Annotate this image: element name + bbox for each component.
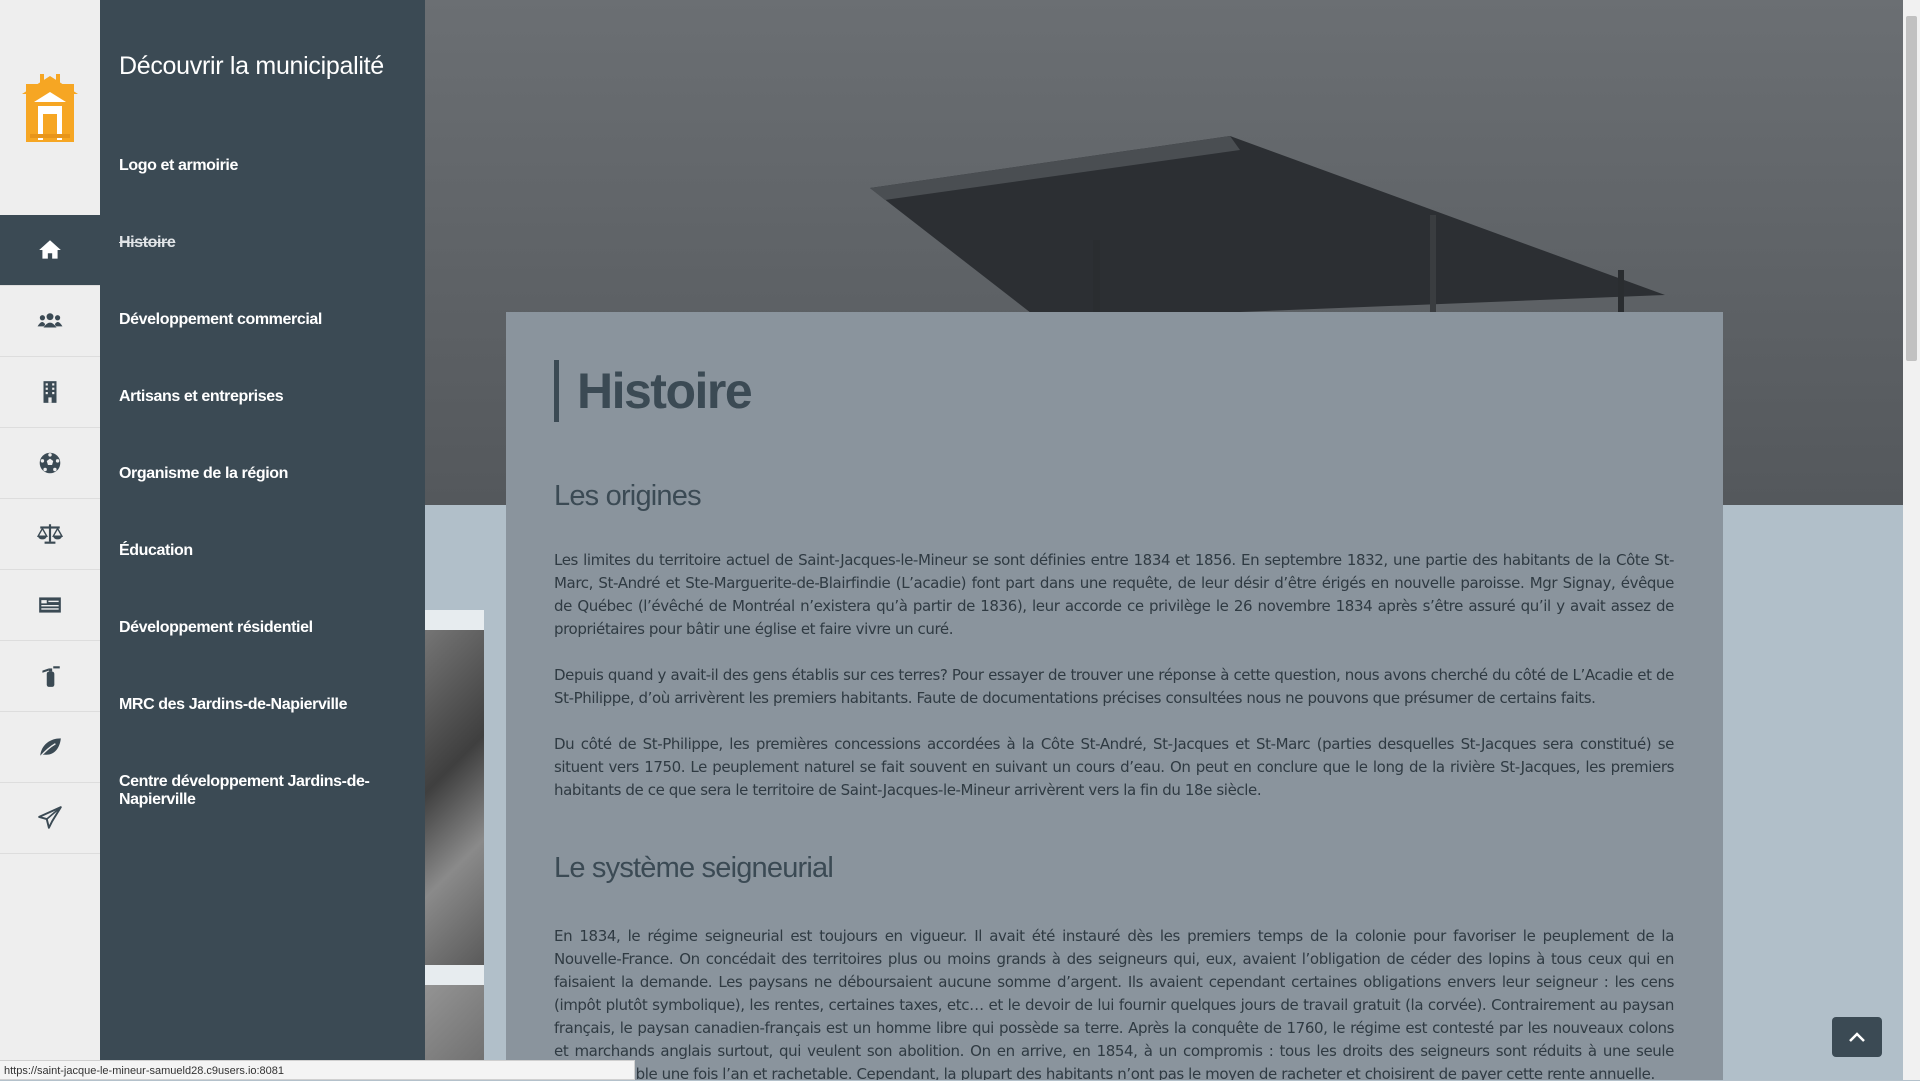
rail-item-safety[interactable] (0, 641, 100, 712)
page-title: Histoire (554, 360, 1674, 422)
scales-icon (37, 524, 63, 544)
nav-panel-title: Découvrir la municipalité (119, 52, 384, 80)
fire-extinguisher-icon (42, 666, 60, 687)
nav-menu: Logo et armoirie Histoire Développement … (119, 157, 425, 850)
leaf-icon (39, 738, 61, 758)
rail-item-justice[interactable] (0, 499, 100, 570)
building-icon (43, 381, 57, 403)
section-heading: Le système seigneurial (554, 852, 834, 884)
rail-item-community[interactable] (0, 286, 100, 357)
users-icon (37, 313, 63, 328)
nav-item-centre[interactable]: Centre développement Jardins-de-Napiervi… (119, 773, 425, 850)
paragraph: En 1834, le régime seigneurial est toujo… (554, 927, 1674, 1080)
scrollbar-thumb[interactable] (1906, 16, 1917, 361)
newspaper-icon (39, 597, 61, 613)
nav-item-residentiel[interactable]: Développement résidentiel (119, 619, 425, 696)
icon-rail (0, 0, 101, 1080)
rail-item-business[interactable] (0, 357, 100, 428)
rail-item-news[interactable] (0, 570, 100, 641)
paper-plane-icon (38, 806, 62, 829)
rail-item-home[interactable] (0, 215, 100, 286)
paragraph: Du côté de St-Philippe, les premières co… (554, 735, 1674, 799)
nav-item-organisme[interactable]: Organisme de la région (119, 465, 425, 542)
section-heading: Les origines (554, 480, 702, 512)
nav-item-education[interactable]: Éducation (119, 542, 425, 619)
chevron-up-icon (1849, 1032, 1865, 1042)
rail-item-environment[interactable] (0, 712, 100, 783)
nav-item-artisans[interactable]: Artisans et entreprises (119, 388, 425, 465)
rail-item-sports[interactable] (0, 428, 100, 499)
article-card: Histoire Les origines Les limites du ter… (506, 312, 1723, 1080)
nav-item-histoire[interactable]: Histoire (119, 234, 425, 311)
nav-item-commercial[interactable]: Développement commercial (119, 311, 425, 388)
nav-item-mrc[interactable]: MRC des Jardins-de-Napierville (119, 696, 425, 773)
nav-item-logo[interactable]: Logo et armoirie (119, 157, 425, 234)
rail-item-contact[interactable] (0, 783, 100, 854)
page-scrollbar[interactable] (1903, 0, 1920, 1080)
town-hall-logo-icon[interactable] (18, 72, 82, 144)
back-to-top-button[interactable] (1832, 1017, 1882, 1057)
status-bar-url: https://saint-jacque-le-mineur-samueld28… (0, 1060, 635, 1080)
nav-panel: Découvrir la municipalité Logo et armoir… (100, 0, 425, 1080)
paragraph: Depuis quand y avait-il des gens établis… (554, 666, 1674, 707)
paragraph: Les limites du territoire actuel de Sain… (554, 551, 1674, 638)
soccer-ball-icon (39, 452, 61, 474)
home-icon (39, 240, 61, 259)
